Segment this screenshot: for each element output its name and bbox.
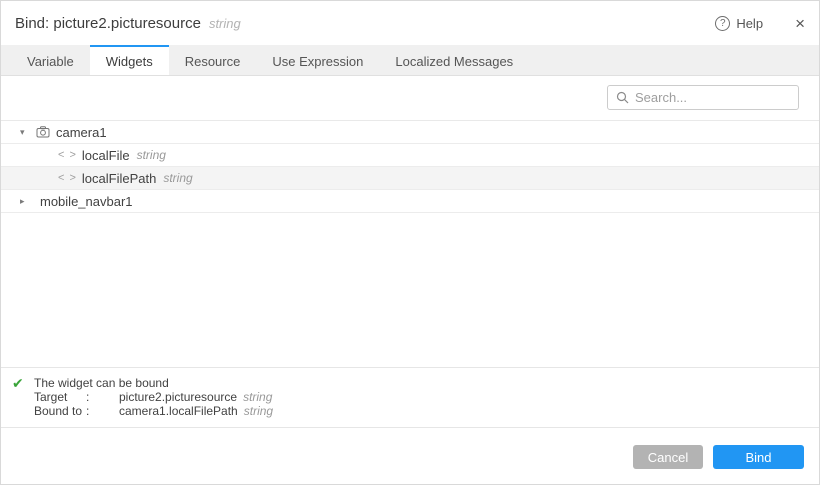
collapse-arrow-icon[interactable]: ▾ <box>20 127 34 138</box>
check-icon: ✔ <box>12 375 24 392</box>
close-icon[interactable]: × <box>795 15 805 32</box>
tab-resource[interactable]: Resource <box>169 45 257 75</box>
status-boundto-row: Bound to : camera1.localFilePathstring <box>34 404 819 418</box>
tab-variable[interactable]: Variable <box>11 45 90 75</box>
bind-status-panel: ✔ The widget can be bound Target : pictu… <box>1 367 819 427</box>
tree-row-camera1[interactable]: ▾ camera1 <box>1 121 819 144</box>
status-label: Bound to <box>34 404 86 418</box>
status-label: Target <box>34 390 86 404</box>
status-message: The widget can be bound <box>34 376 819 390</box>
tree-node-label: camera1 <box>56 125 107 140</box>
expand-arrow-icon[interactable]: ▸ <box>20 196 34 207</box>
tree-node-label: mobile_navbar1 <box>40 194 133 209</box>
tab-use-expression[interactable]: Use Expression <box>256 45 379 75</box>
code-icon: < > <box>58 149 77 161</box>
tree-row-localfile[interactable]: < > localFile string <box>1 144 819 167</box>
tree-node-label: localFilePath <box>82 171 156 186</box>
bind-button[interactable]: Bind <box>713 445 804 469</box>
tree-row-localfilepath[interactable]: < > localFilePath string <box>1 167 819 190</box>
dialog-title: Bind: picture2.picturesource <box>15 15 201 32</box>
status-value: picture2.picturesourcestring <box>119 390 819 404</box>
search-icon <box>616 91 629 104</box>
cancel-button[interactable]: Cancel <box>633 445 703 469</box>
dialog-header: Bind: picture2.picturesource string ? He… <box>1 1 819 45</box>
tab-localized-messages[interactable]: Localized Messages <box>379 45 529 75</box>
content-spacer <box>1 213 819 367</box>
camera-icon <box>36 126 50 138</box>
tree-node-label: localFile <box>82 148 130 163</box>
widget-tree: ▾ camera1 < > localFile string < > local… <box>1 120 819 213</box>
tree-row-mobile-navbar1[interactable]: ▸ mobile_navbar1 <box>1 190 819 213</box>
dialog-footer: Cancel Bind <box>1 427 819 484</box>
status-target-row: Target : picture2.picturesourcestring <box>34 390 819 404</box>
status-colon: : <box>86 404 119 418</box>
dialog-title-type: string <box>209 16 241 31</box>
status-value: camera1.localFilePathstring <box>119 404 819 418</box>
help-label: Help <box>736 16 763 31</box>
search-box[interactable] <box>607 85 799 110</box>
search-row <box>1 76 819 120</box>
status-value-type: string <box>244 404 273 418</box>
help-button[interactable]: ? Help <box>715 16 763 31</box>
bind-dialog: Bind: picture2.picturesource string ? He… <box>0 0 820 485</box>
tree-node-type: string <box>163 171 192 185</box>
tab-bar: Variable Widgets Resource Use Expression… <box>1 45 819 76</box>
help-icon: ? <box>715 16 730 31</box>
tree-node-type: string <box>137 148 166 162</box>
tab-widgets[interactable]: Widgets <box>90 45 169 75</box>
status-colon: : <box>86 390 119 404</box>
search-input[interactable] <box>635 86 811 109</box>
status-value-type: string <box>243 390 272 404</box>
code-icon: < > <box>58 172 77 184</box>
